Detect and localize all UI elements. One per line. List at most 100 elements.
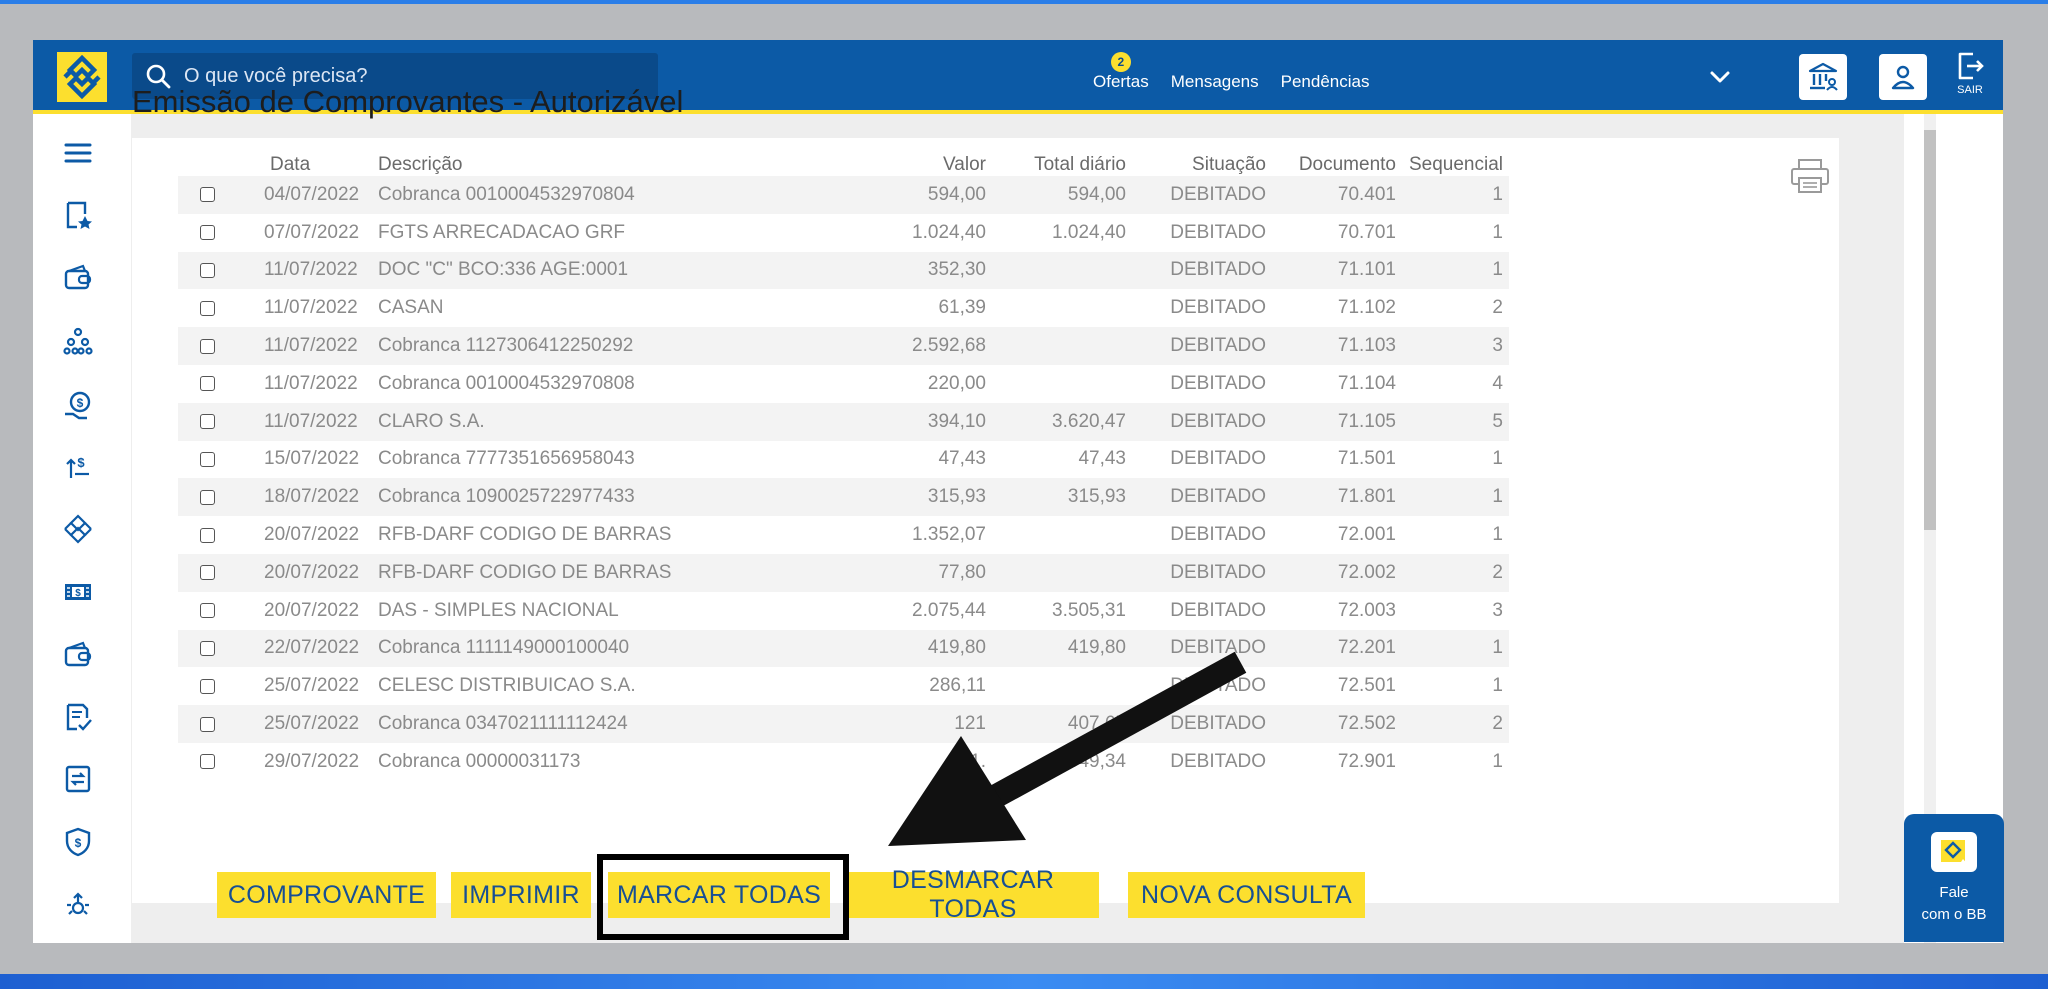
cell-total: 1.024,40	[1052, 221, 1126, 243]
row-checkbox[interactable]	[199, 754, 215, 770]
favorites-icon[interactable]	[61, 198, 95, 232]
cell-descricao: DOC "C" BCO:336 AGE:0001	[378, 259, 629, 281]
imprimir-button[interactable]: IMPRIMIR	[451, 872, 591, 918]
svg-text:$: $	[75, 588, 81, 599]
logout-button[interactable]: SAIR	[1945, 50, 1995, 106]
table-row[interactable]: 04/07/2022 Cobranca 0010004532970804 594,0…	[178, 176, 1509, 214]
menu-icon[interactable]	[61, 136, 95, 170]
row-checkbox[interactable]	[199, 527, 215, 543]
nav-pendencias[interactable]: Pendências	[1281, 62, 1370, 92]
row-checkbox[interactable]	[199, 489, 215, 505]
cell-sequencial: 4	[1492, 372, 1503, 394]
row-checkbox-cell	[178, 667, 236, 705]
cell-situacao: DEBITADO	[1170, 259, 1266, 281]
row-checkbox[interactable]	[199, 716, 215, 732]
cell-documento: 72.201	[1337, 637, 1396, 659]
table-row[interactable]: 15/07/2022 Cobranca 7777351656958043 47,43…	[178, 440, 1509, 479]
table-row[interactable]: 20/07/2022 RFB-DARF CODIGO DE BARRAS 77,80…	[178, 553, 1509, 592]
table-row[interactable]: 25/07/2022 Cobranca 0347021111112424 121 40…	[178, 705, 1509, 743]
window-top-stripe	[0, 0, 2048, 4]
cell-situacao: DEBITADO	[1170, 561, 1266, 583]
table-row[interactable]: 11/07/2022 DOC "C" BCO:336 AGE:0001 352,30…	[178, 251, 1509, 290]
desmarcar-todas-button[interactable]: DESMARCAR TODAS	[847, 866, 1099, 923]
row-checkbox-cell	[178, 365, 236, 403]
fale-com-bb-button[interactable]: Fale com o BB	[1904, 814, 2004, 942]
user-profile-button[interactable]	[1879, 54, 1927, 100]
chevron-down-icon[interactable]	[1705, 62, 1735, 92]
row-checkbox[interactable]	[199, 640, 215, 656]
cell-descricao: FGTS ARRECADACAO GRF	[378, 221, 626, 243]
nova-consulta-button[interactable]: NOVA CONSULTA	[1128, 872, 1365, 918]
exchange-icon[interactable]	[61, 762, 95, 796]
cell-sequencial: 1	[1492, 750, 1503, 772]
row-checkbox[interactable]	[199, 376, 215, 392]
row-checkbox[interactable]	[199, 225, 215, 241]
header-nav: 2 Ofertas Mensagens Pendências	[1093, 40, 1391, 114]
cell-descricao: CASAN	[378, 297, 444, 319]
row-checkbox[interactable]	[199, 451, 215, 467]
security-icon[interactable]: $	[61, 825, 95, 859]
bb-logo-icon	[57, 52, 107, 102]
transfer-icon[interactable]: $	[61, 450, 95, 484]
table-row[interactable]: 07/07/2022 FGTS ARRECADACAO GRF 1.024,40 1.…	[178, 213, 1509, 252]
wallet-icon-2[interactable]	[61, 638, 95, 672]
row-checkbox[interactable]	[199, 414, 215, 430]
table-row[interactable]: 18/07/2022 Cobranca 1090025722977433 315,9…	[178, 478, 1509, 517]
cell-situacao: DEBITADO	[1170, 410, 1266, 432]
cell-situacao: DEBITADO	[1170, 637, 1266, 659]
comprovante-button[interactable]: COMPROVANTE	[217, 872, 436, 918]
nav-ofertas[interactable]: 2 Ofertas	[1093, 52, 1149, 92]
nav-mensagens[interactable]: Mensagens	[1171, 62, 1259, 92]
cell-total	[992, 516, 1132, 554]
cell-valor: 594,00	[927, 183, 986, 205]
bank-agency-button[interactable]	[1799, 54, 1847, 100]
header-valor: Valor	[943, 154, 986, 175]
receipt-icon[interactable]	[61, 700, 95, 734]
cell-data: 11/07/2022	[264, 335, 358, 357]
table-row[interactable]: 22/07/2022 Cobranca 1111149000100040 419,8…	[178, 629, 1509, 668]
cell-descricao: Cobranca 1090025722977433	[378, 486, 635, 508]
table-row[interactable]: 20/07/2022 DAS - SIMPLES NACIONAL 2.075,44…	[178, 591, 1509, 630]
table-row[interactable]: 11/07/2022 CLARO S.A. 394,10 3.620,47 DEBITA…	[178, 402, 1509, 441]
row-checkbox[interactable]	[199, 565, 215, 581]
cell-situacao: DEBITADO	[1170, 713, 1266, 735]
table-row[interactable]: 25/07/2022 CELESC DISTRIBUICAO S.A. 286,11…	[178, 667, 1509, 706]
pix-icon[interactable]	[61, 512, 95, 546]
cell-total	[992, 554, 1132, 592]
row-checkbox-cell	[178, 592, 236, 630]
cash-icon[interactable]: $	[61, 575, 95, 609]
row-checkbox[interactable]	[199, 262, 215, 278]
cell-valor: 352,30	[927, 259, 986, 281]
table-row[interactable]: 11/07/2022 CASAN 61,39 DEBITADO 71.102 2	[178, 289, 1509, 328]
table-row[interactable]: 11/07/2022 Cobranca 0010004532970808 220,0…	[178, 364, 1509, 403]
cell-situacao: DEBITADO	[1170, 486, 1266, 508]
row-checkbox[interactable]	[199, 338, 215, 354]
printer-icon[interactable]	[1790, 158, 1830, 194]
loans-icon[interactable]: $	[61, 388, 95, 422]
cell-situacao: DEBITADO	[1170, 524, 1266, 546]
header-descricao: Descrição	[378, 154, 463, 175]
row-checkbox[interactable]	[199, 603, 215, 619]
cell-documento: 72.003	[1337, 599, 1396, 621]
row-checkbox[interactable]	[199, 187, 215, 203]
cell-documento: 72.002	[1337, 561, 1396, 583]
cell-valor: 220,00	[927, 372, 986, 394]
more-services-icon[interactable]	[61, 888, 95, 922]
row-checkbox-cell	[178, 478, 236, 516]
row-checkbox-cell	[178, 252, 236, 290]
row-checkbox[interactable]	[199, 300, 215, 316]
investments-icon[interactable]	[61, 324, 95, 358]
bb-logo[interactable]	[33, 40, 131, 114]
cell-descricao: RFB-DARF CODIGO DE BARRAS	[378, 524, 672, 546]
ofertas-badge: 2	[1110, 52, 1131, 72]
table-row[interactable]: 29/07/2022 Cobranca 00000031173 1. 1.649,34…	[178, 742, 1509, 781]
row-checkbox[interactable]	[199, 678, 215, 694]
scroll-thumb[interactable]	[1924, 130, 1936, 530]
table-row[interactable]: 20/07/2022 RFB-DARF CODIGO DE BARRAS 1.352…	[178, 516, 1509, 554]
cell-sequencial: 1	[1492, 448, 1503, 470]
cell-descricao: CLARO S.A.	[378, 410, 485, 432]
wallet-icon[interactable]	[61, 261, 95, 295]
table-row[interactable]: 11/07/2022 Cobranca 1127306412250292 2.592…	[178, 327, 1509, 365]
nav-ofertas-label: Ofertas	[1093, 72, 1149, 91]
cell-total: 1.649,34	[1052, 750, 1126, 772]
